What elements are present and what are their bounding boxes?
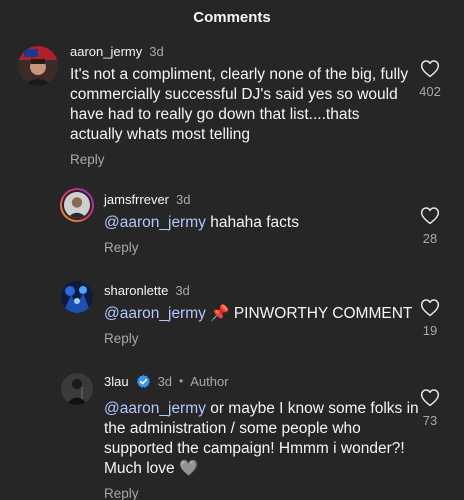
comment-username[interactable]: aaron_jermy [70,44,142,59]
heart-icon[interactable] [420,388,440,407]
reply-button[interactable]: Reply [104,240,404,255]
comment-text: @aaron_jermy or maybe I know some folks … [104,399,424,479]
author-label: Author [190,373,229,389]
pushpin-emoji: 📌 [210,305,230,322]
grey-heart-emoji: 🩶 [178,460,199,477]
separator-dot: • [179,374,184,388]
heart-icon[interactable] [420,206,440,225]
avatar[interactable] [61,281,93,313]
avatar[interactable] [61,373,93,405]
comment-item: sharonlette 3d @aaron_jermy 📌 PINWORTHY … [0,278,464,358]
comment-time: 3d [175,282,190,298]
heart-icon[interactable] [420,298,440,317]
reply-button[interactable]: Reply [104,486,424,500]
like-count: 19 [422,323,438,338]
comment-time: 3d [176,191,191,207]
comment-item: 3lau 3d • Author @aaron_jermy or maybe I… [0,370,464,500]
comment-text: @aaron_jermy 📌 PINWORTHY COMMENT [104,304,424,324]
like-count: 73 [422,413,438,428]
page-title: Comments [193,8,271,26]
mention-link[interactable]: @aaron_jermy [104,214,206,231]
comments-header: Comments [0,0,464,34]
reply-button[interactable]: Reply [104,331,424,346]
mention-link[interactable]: @aaron_jermy [104,305,206,322]
verified-badge-icon [136,374,151,389]
comment-body: PINWORTHY COMMENT [233,305,413,322]
like-count: 28 [422,231,438,246]
reply-button[interactable]: Reply [70,152,410,167]
comment-text: @aaron_jermy hahaha facts [104,213,404,233]
comment-body: hahaha facts [210,214,299,231]
comment-time: 3d [149,43,164,59]
comment-item: aaron_jermy 3d It's not a compliment, cl… [0,38,464,168]
like-count: 402 [419,84,441,99]
mention-link[interactable]: @aaron_jermy [104,400,206,417]
comment-time: 3d [157,373,173,389]
comment-username[interactable]: 3lau [104,374,129,389]
avatar[interactable] [18,46,58,86]
comment-body: It's not a compliment, clearly none of t… [70,66,409,143]
avatar[interactable] [60,188,94,222]
comment-item: jamsfrrever 3d @aaron_jermy hahaha facts… [0,186,464,266]
comment-username[interactable]: sharonlette [104,283,168,298]
heart-icon[interactable] [420,59,440,78]
comment-username[interactable]: jamsfrrever [104,192,169,207]
comment-text: It's not a compliment, clearly none of t… [70,65,410,145]
